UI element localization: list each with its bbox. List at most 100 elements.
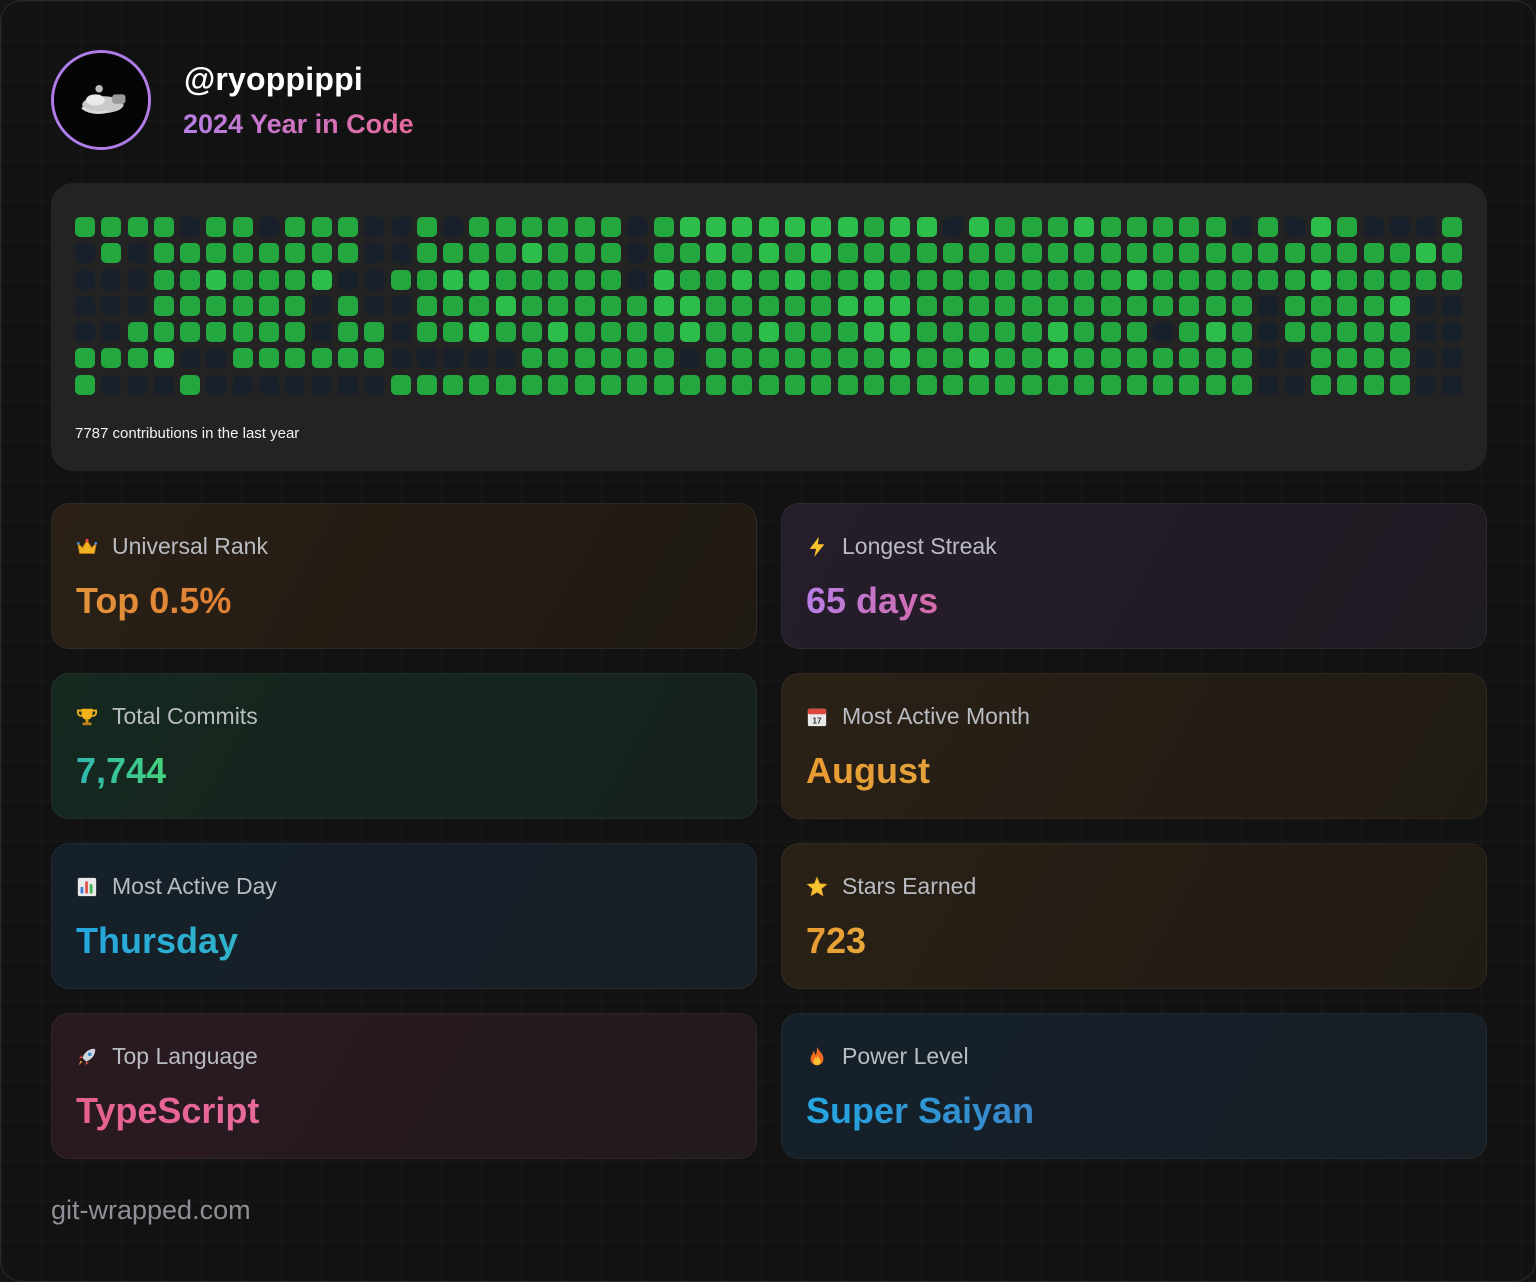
contribution-cell <box>153 348 174 369</box>
stat-label: Stars Earned <box>806 873 976 900</box>
contribution-cell <box>1258 348 1279 369</box>
contribution-cell <box>916 348 937 369</box>
contribution-cell <box>863 348 884 369</box>
contribution-cell <box>311 295 332 316</box>
contribution-cell <box>732 322 753 343</box>
contribution-cell <box>153 243 174 264</box>
contribution-cell <box>1126 243 1147 264</box>
contribution-cell <box>785 295 806 316</box>
contribution-cell <box>1153 217 1174 237</box>
contribution-cell <box>522 374 543 395</box>
contribution-cell <box>416 348 437 369</box>
contribution-cell <box>732 243 753 264</box>
contribution-cell <box>1442 243 1463 264</box>
contribution-cell <box>101 374 122 395</box>
contribution-cell <box>311 374 332 395</box>
contribution-cell <box>101 295 122 316</box>
contribution-cell <box>942 243 963 264</box>
contribution-cell <box>653 374 674 395</box>
contribution-cell <box>1179 348 1200 369</box>
contribution-cell <box>1205 269 1226 290</box>
contribution-cell <box>495 269 516 290</box>
contribution-cell <box>443 374 464 395</box>
contribution-cell <box>285 243 306 264</box>
contribution-cell <box>1179 217 1200 237</box>
contribution-cell <box>600 295 621 316</box>
contribution-cell <box>443 348 464 369</box>
contribution-cell <box>311 269 332 290</box>
contribution-cell <box>679 295 700 316</box>
contribution-cell <box>548 374 569 395</box>
contribution-cell <box>337 322 358 343</box>
contribution-cell <box>1021 269 1042 290</box>
contribution-cell <box>495 322 516 343</box>
contribution-cell <box>574 322 595 343</box>
contribution-cell <box>890 374 911 395</box>
contribution-cell <box>574 243 595 264</box>
contribution-cell <box>1021 348 1042 369</box>
contribution-cell <box>1047 243 1068 264</box>
bar-chart-icon <box>76 876 98 898</box>
stat-label-text: Power Level <box>842 1043 969 1069</box>
stat-card-total-commits: Total Commits 7,744 <box>51 673 757 819</box>
contribution-cell <box>1153 322 1174 343</box>
contribution-cell <box>1153 348 1174 369</box>
contribution-cell <box>1416 243 1437 264</box>
contribution-cell <box>1389 348 1410 369</box>
contribution-cell <box>890 348 911 369</box>
contribution-cell <box>259 243 280 264</box>
contribution-cell <box>1337 243 1358 264</box>
contribution-cell <box>1442 269 1463 290</box>
lightning-icon <box>806 536 828 558</box>
contribution-cell <box>600 269 621 290</box>
contribution-cell <box>916 295 937 316</box>
stat-value: 723 <box>806 920 867 961</box>
contribution-cell <box>627 217 648 237</box>
stat-label-text: Total Commits <box>112 703 258 729</box>
contribution-cell <box>153 269 174 290</box>
contribution-cell <box>390 295 411 316</box>
contribution-cell <box>206 374 227 395</box>
contribution-cell <box>1310 348 1331 369</box>
contribution-cell <box>653 269 674 290</box>
contribution-cell <box>1074 374 1095 395</box>
contribution-cell <box>1284 322 1305 343</box>
contribution-cell <box>443 322 464 343</box>
contribution-cell <box>75 374 95 395</box>
contribution-cell <box>1179 322 1200 343</box>
contribution-cell <box>1310 374 1331 395</box>
contribution-cell <box>1232 243 1253 264</box>
contribution-cell <box>1074 243 1095 264</box>
contribution-cell <box>863 243 884 264</box>
contribution-cell <box>837 322 858 343</box>
contribution-cell <box>758 269 779 290</box>
stat-label: Universal Rank <box>76 533 268 560</box>
contribution-cell <box>1074 269 1095 290</box>
contribution-cell <box>679 322 700 343</box>
contribution-cell <box>1153 243 1174 264</box>
contribution-cell <box>969 269 990 290</box>
contribution-cell <box>837 295 858 316</box>
contribution-cell <box>679 269 700 290</box>
contribution-cell <box>1416 374 1437 395</box>
page-subtitle: 2024 Year in Code <box>183 109 414 139</box>
contribution-cell <box>1074 348 1095 369</box>
stat-label-text: Most Active Day <box>112 873 277 899</box>
contribution-cell <box>890 243 911 264</box>
contribution-cell <box>1284 243 1305 264</box>
contribution-cell <box>1205 348 1226 369</box>
stat-label-text: Universal Rank <box>112 533 268 559</box>
contribution-cell <box>679 374 700 395</box>
contribution-cell <box>1284 348 1305 369</box>
contribution-cell <box>1074 295 1095 316</box>
contribution-cell <box>1416 217 1437 237</box>
contribution-cell <box>127 217 148 237</box>
contribution-cell <box>969 374 990 395</box>
contribution-cell <box>890 217 911 237</box>
contribution-cell <box>837 374 858 395</box>
contribution-cell <box>1126 322 1147 343</box>
footer-brand[interactable]: git-wrapped.com <box>51 1195 251 1226</box>
contribution-cell <box>1100 269 1121 290</box>
contribution-cell <box>1179 269 1200 290</box>
contribution-cell <box>969 348 990 369</box>
